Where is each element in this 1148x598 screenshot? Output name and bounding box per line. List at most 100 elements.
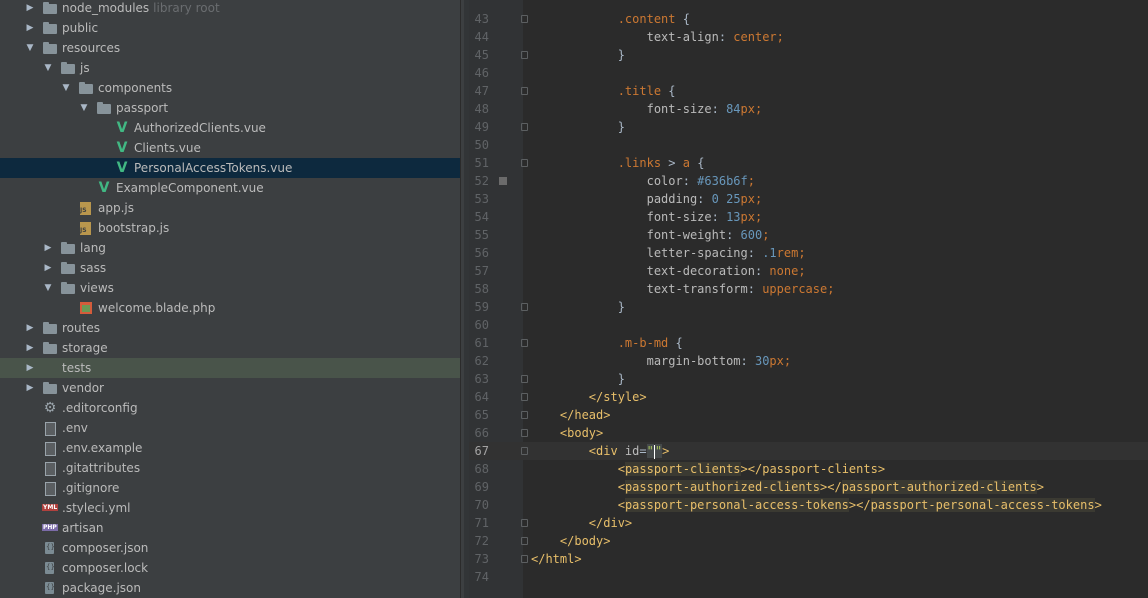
- tree-item[interactable]: ▼ components: [0, 78, 460, 98]
- fold-marker-icon[interactable]: [521, 15, 528, 23]
- tree-item[interactable]: ▼ passport: [0, 98, 460, 118]
- tree-item[interactable]: V Clients.vue: [0, 138, 460, 158]
- code-editor[interactable]: 43 .content {44 text-align: center; 45 } 4…: [469, 0, 1148, 598]
- code-line[interactable]: 47 .title {: [469, 82, 1148, 100]
- tree-item[interactable]: bootstrap.js: [0, 218, 460, 238]
- fold-marker-icon[interactable]: [521, 51, 528, 59]
- tree-item[interactable]: ▶ tests: [0, 358, 460, 378]
- tree-item[interactable]: composer.json: [0, 538, 460, 558]
- tree-item[interactable]: V AuthorizedClients.vue: [0, 118, 460, 138]
- code-line[interactable]: 54 font-size: 13px;: [469, 208, 1148, 226]
- fold-marker-icon[interactable]: [521, 87, 528, 95]
- expanded-arrow-icon[interactable]: ▼: [42, 58, 54, 78]
- expanded-arrow-icon[interactable]: ▼: [42, 278, 54, 298]
- tree-item[interactable]: ▶ vendor: [0, 378, 460, 398]
- code-line[interactable]: 68 <passport-clients></passport-clients>: [469, 460, 1148, 478]
- code-line[interactable]: 73 </html>: [469, 550, 1148, 568]
- tree-item[interactable]: .gitattributes: [0, 458, 460, 478]
- code-line[interactable]: 49 }: [469, 118, 1148, 136]
- code-line[interactable]: 60: [469, 316, 1148, 334]
- code-line[interactable]: 58 text-transform: uppercase;: [469, 280, 1148, 298]
- expanded-arrow-icon[interactable]: ▼: [60, 78, 72, 98]
- code-line[interactable]: 53 padding: 0 25px;: [469, 190, 1148, 208]
- fold-marker-icon[interactable]: [521, 411, 528, 419]
- code-line[interactable]: 50: [469, 136, 1148, 154]
- tree-item[interactable]: ▼ js: [0, 58, 460, 78]
- fold-marker-icon[interactable]: [521, 447, 528, 455]
- tree-item[interactable]: .gitignore: [0, 478, 460, 498]
- collapsed-arrow-icon[interactable]: ▶: [24, 338, 36, 358]
- code-line[interactable]: 71 </div>: [469, 514, 1148, 532]
- code-line[interactable]: 57 text-decoration: none;: [469, 262, 1148, 280]
- code-line[interactable]: 74: [469, 568, 1148, 586]
- expanded-arrow-icon[interactable]: ▼: [78, 98, 90, 118]
- code-line[interactable]: 45 }: [469, 46, 1148, 64]
- tree-item-label: .styleci.yml: [62, 501, 131, 515]
- fold-marker-icon[interactable]: [521, 303, 528, 311]
- fold-marker-icon[interactable]: [521, 375, 528, 383]
- tree-item[interactable]: .styleci.yml: [0, 498, 460, 518]
- code-token: :: [711, 210, 727, 224]
- fold-marker-icon[interactable]: [521, 393, 528, 401]
- fold-marker-icon[interactable]: [521, 537, 528, 545]
- code-line[interactable]: 52 color: #636b6f;: [469, 172, 1148, 190]
- tree-item[interactable]: ▶ public: [0, 18, 460, 38]
- code-line[interactable]: 67 <div id="">: [469, 442, 1148, 460]
- line-number: 74: [474, 570, 489, 584]
- code-line[interactable]: 48 font-size: 84px;: [469, 100, 1148, 118]
- tree-item[interactable]: package.json: [0, 578, 460, 598]
- fold-marker-icon[interactable]: [521, 519, 528, 527]
- folder-icon: [42, 21, 58, 35]
- code-line[interactable]: 72 </body>: [469, 532, 1148, 550]
- tree-item[interactable]: app.js: [0, 198, 460, 218]
- fold-marker-icon[interactable]: [521, 339, 528, 347]
- collapsed-arrow-icon[interactable]: ▶: [24, 18, 36, 38]
- panel-splitter[interactable]: [460, 0, 469, 598]
- code-line[interactable]: 64 </style>: [469, 388, 1148, 406]
- tree-item[interactable]: ▼ views: [0, 278, 460, 298]
- code-line[interactable]: 44 text-align: center;: [469, 28, 1148, 46]
- collapsed-arrow-icon[interactable]: ▶: [42, 258, 54, 278]
- tree-item[interactable]: V PersonalAccessTokens.vue: [0, 158, 460, 178]
- tree-item[interactable]: ⚙ .editorconfig: [0, 398, 460, 418]
- code-line[interactable]: 63 }: [469, 370, 1148, 388]
- tree-item[interactable]: welcome.blade.php: [0, 298, 460, 318]
- code-line[interactable]: 55 font-weight: 600;: [469, 226, 1148, 244]
- tree-item[interactable]: ▼ resources: [0, 38, 460, 58]
- tree-item[interactable]: composer.lock: [0, 558, 460, 578]
- tree-item[interactable]: .env: [0, 418, 460, 438]
- tree-item[interactable]: ▶ node_modules library root: [0, 0, 460, 18]
- tree-item[interactable]: ▶ sass: [0, 258, 460, 278]
- tree-item[interactable]: ▶ routes: [0, 318, 460, 338]
- code-line[interactable]: 46: [469, 64, 1148, 82]
- code-line[interactable]: 70 <passport-personal-access-tokens></pa…: [469, 496, 1148, 514]
- fold-marker-icon[interactable]: [521, 429, 528, 437]
- code-token: :: [747, 246, 763, 260]
- code-line[interactable]: 43 .content {: [469, 10, 1148, 28]
- code-line[interactable]: 66 <body>: [469, 424, 1148, 442]
- code-line[interactable]: 56 letter-spacing: .1rem;: [469, 244, 1148, 262]
- collapsed-arrow-icon[interactable]: ▶: [24, 358, 36, 378]
- tree-item[interactable]: ▶ lang: [0, 238, 460, 258]
- tree-item[interactable]: artisan: [0, 518, 460, 538]
- collapsed-arrow-icon[interactable]: ▶: [24, 378, 36, 398]
- code-line[interactable]: 69 <passport-authorized-clients></passpo…: [469, 478, 1148, 496]
- collapsed-arrow-icon[interactable]: ▶: [24, 0, 36, 18]
- fold-marker-icon[interactable]: [521, 123, 528, 131]
- collapsed-arrow-icon[interactable]: ▶: [24, 318, 36, 338]
- code-line[interactable]: 65 </head>: [469, 406, 1148, 424]
- fold-marker-icon[interactable]: [521, 555, 528, 563]
- code-line[interactable]: 61 .m-b-md {: [469, 334, 1148, 352]
- tree-item[interactable]: .env.example: [0, 438, 460, 458]
- fold-marker-icon[interactable]: [521, 159, 528, 167]
- code-line[interactable]: 59 }: [469, 298, 1148, 316]
- doc-icon: [42, 461, 58, 476]
- collapsed-arrow-icon[interactable]: ▶: [42, 238, 54, 258]
- tree-item[interactable]: ▶ storage: [0, 338, 460, 358]
- code-line[interactable]: 62 margin-bottom: 30px;: [469, 352, 1148, 370]
- code-line[interactable]: 51 .links > a {: [469, 154, 1148, 172]
- line-number: 44: [474, 30, 489, 44]
- tree-item[interactable]: V ExampleComponent.vue: [0, 178, 460, 198]
- expanded-arrow-icon[interactable]: ▼: [24, 38, 36, 58]
